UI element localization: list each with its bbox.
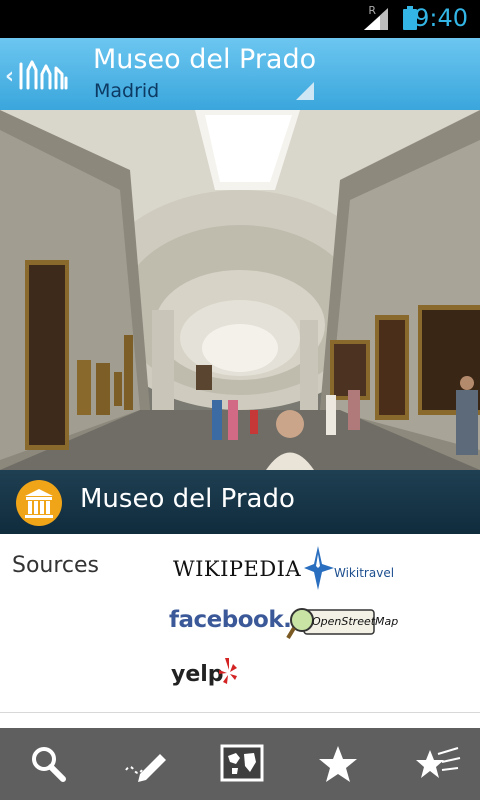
openstreetmap-logo-text: OpenStreetMap [312,615,399,628]
place-name: Museo del Prado [80,484,295,514]
wikitravel-source-logo[interactable]: Wikitravel [304,546,394,590]
wikitravel-compass-icon [304,546,334,590]
tab-notes[interactable] [96,728,192,800]
star-icon [319,746,357,782]
gallery-photo-drawing [0,110,480,470]
action-bar: ‹ Museo del Prado Madrid [0,38,480,110]
place-header: Museo del Prado [0,470,480,534]
museum-gallery-photo [0,110,480,470]
facebook-source-logo[interactable]: facebook. [169,607,292,633]
content-divider [0,712,480,713]
tab-favorites[interactable] [288,728,384,800]
museum-icon [16,480,62,526]
back-chevron-icon[interactable]: ‹ [5,64,14,89]
page-subtitle[interactable]: Madrid [94,80,159,102]
wikitravel-logo-text: Wikitravel [334,566,395,580]
dropdown-indicator-icon[interactable] [296,82,314,100]
status-bar: R 9:40 [0,0,480,38]
openstreetmap-source-logo[interactable]: OpenStreetMap [286,604,398,642]
tab-search[interactable] [0,728,96,800]
wikipedia-source-logo[interactable]: WIKIPEDIA [173,557,301,581]
tab-favorites-list[interactable] [384,728,480,800]
yelp-source-logo[interactable]: yelp [171,656,239,694]
page-title[interactable]: Museo del Prado [93,44,316,75]
shooting-star-icon [416,747,461,778]
app-logo-icon[interactable] [18,56,70,92]
bottom-tab-bar [0,728,480,800]
search-icon [32,747,66,782]
pencil-icon [125,754,166,782]
tab-map[interactable] [192,728,288,800]
map-icon [220,744,264,782]
signal-icon [364,8,388,30]
sources-label: Sources [12,553,100,578]
yelp-burst-icon [219,658,237,684]
status-time: 9:40 [414,4,468,32]
